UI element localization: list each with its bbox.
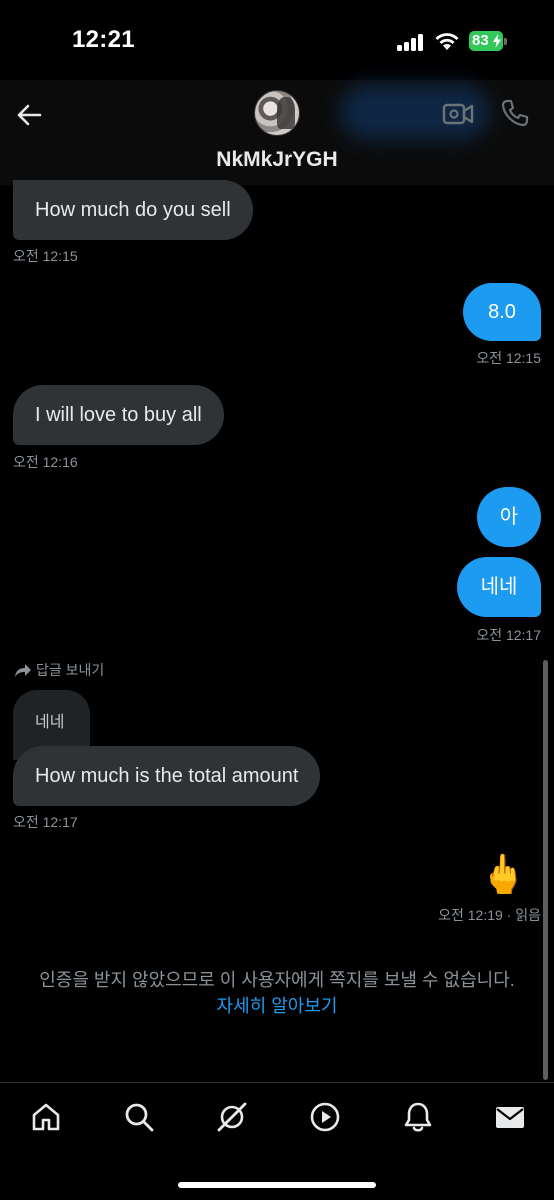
phone-call-icon[interactable] bbox=[500, 98, 530, 128]
battery-icon: 83 bbox=[469, 31, 507, 51]
message-timestamp: 오전 12:15 bbox=[476, 350, 541, 366]
status-time: 12:21 bbox=[72, 26, 135, 53]
conversation-username[interactable]: NkMkJrYGH bbox=[0, 148, 554, 172]
status-bar: 12:21 83 bbox=[0, 0, 554, 80]
reply-label: 답글 보내기 bbox=[14, 660, 104, 680]
grok-icon[interactable] bbox=[216, 1101, 248, 1133]
video-play-icon[interactable] bbox=[309, 1101, 341, 1133]
learn-more-link[interactable]: 자세히 알아보기 bbox=[0, 993, 554, 1019]
message-timestamp: 오전 12:19 bbox=[438, 907, 503, 923]
back-arrow-icon[interactable] bbox=[14, 100, 44, 130]
message-timestamp: 오전 12:17 bbox=[13, 814, 78, 830]
notifications-bell-icon[interactable] bbox=[402, 1101, 434, 1133]
message-outgoing[interactable]: 아 bbox=[477, 487, 541, 547]
message-incoming[interactable]: How much is the total amount bbox=[13, 746, 321, 806]
message-status: 오전 12:19 · 읽음 bbox=[438, 905, 541, 925]
video-call-icon[interactable] bbox=[442, 100, 474, 128]
message-outgoing[interactable]: 네네 bbox=[457, 557, 541, 617]
message-timestamp: 오전 12:15 bbox=[13, 248, 78, 264]
battery-level: 83 bbox=[472, 32, 489, 49]
cannot-message-notice: 인증을 받지 않았으므로 이 사용자에게 쪽지를 보낼 수 없습니다. bbox=[39, 970, 515, 990]
conversation-header: NkMkJrYGH bbox=[0, 80, 554, 185]
home-icon[interactable] bbox=[30, 1101, 62, 1133]
search-icon[interactable] bbox=[123, 1101, 155, 1133]
messages-envelope-icon[interactable] bbox=[494, 1101, 526, 1133]
home-indicator[interactable] bbox=[178, 1182, 376, 1188]
message-timestamp: 오전 12:17 bbox=[476, 627, 541, 643]
reply-label-text: 답글 보내기 bbox=[36, 662, 105, 678]
read-receipt: · 읽음 bbox=[506, 907, 541, 923]
message-outgoing-emoji[interactable]: 🖕 bbox=[480, 852, 527, 898]
cellular-signal-icon bbox=[397, 33, 425, 51]
message-outgoing[interactable]: 8.0 bbox=[463, 283, 541, 341]
message-timestamp: 오전 12:16 bbox=[13, 454, 78, 470]
reply-arrow-icon bbox=[15, 664, 31, 677]
message-incoming[interactable]: I will love to buy all bbox=[13, 385, 224, 445]
wifi-icon bbox=[435, 33, 459, 50]
avatar[interactable] bbox=[254, 90, 300, 136]
message-incoming[interactable]: How much do you sell bbox=[13, 180, 253, 240]
